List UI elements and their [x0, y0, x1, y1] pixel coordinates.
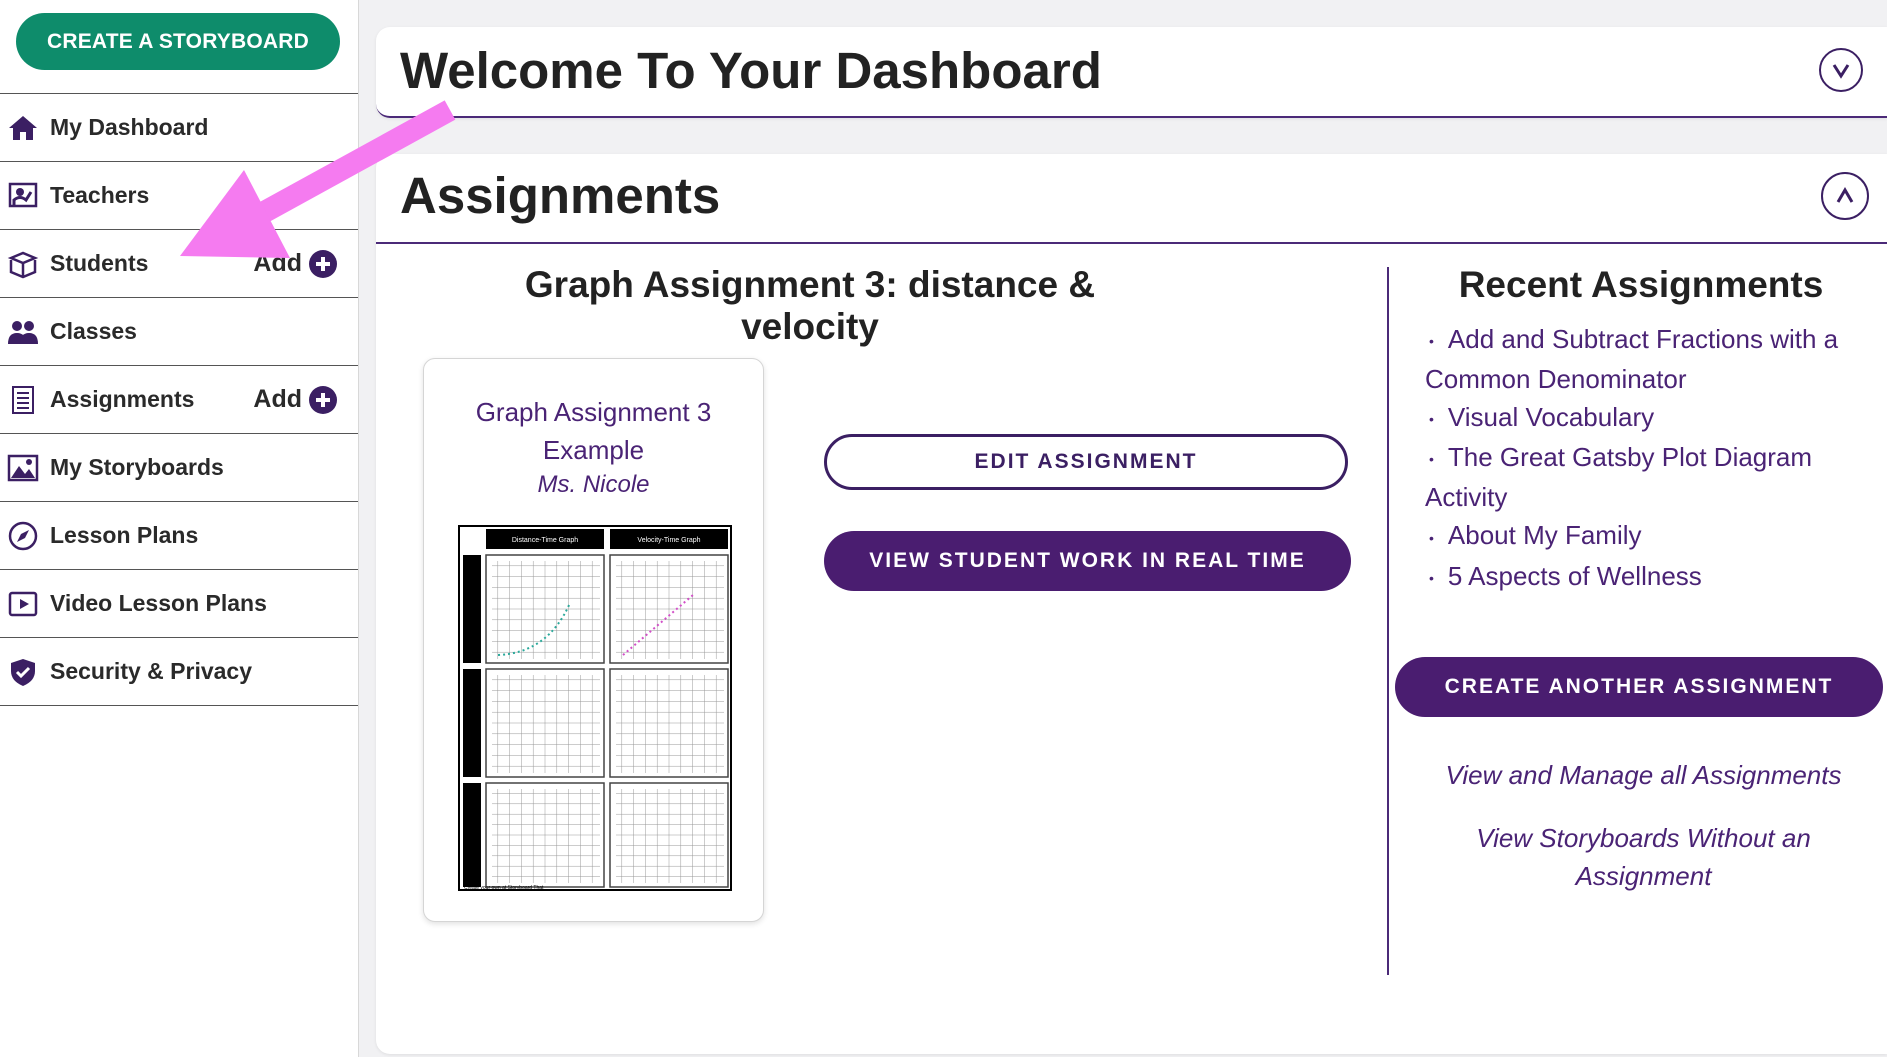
add-assignment-button[interactable]: Add [253, 385, 338, 415]
sidebar-item-label: Students [50, 250, 149, 276]
sidebar-item-label: Assignments [50, 386, 195, 412]
card-author: Ms. Nicole [537, 471, 650, 498]
sidebar-item-my-dashboard[interactable]: My Dashboard [0, 94, 358, 162]
column-divider [1387, 267, 1389, 975]
sidebar-item-my-storyboards[interactable]: My Storyboards [0, 434, 358, 502]
bullet-icon: • [1429, 529, 1434, 546]
bullet-icon: • [1429, 411, 1434, 428]
create-storyboard-button[interactable]: CREATE A STORYBOARD [16, 13, 340, 70]
recent-assignment-link[interactable]: • About My Family [1425, 516, 1875, 556]
storyboards-without-assignment-link[interactable]: View Storyboards Without an Assignment [1406, 819, 1881, 895]
recent-assignment-link[interactable]: • 5 Aspects of Wellness [1425, 557, 1875, 597]
current-assignment-title: Graph Assignment 3: distance & velocity [524, 264, 1096, 347]
expand-welcome-button[interactable] [1819, 48, 1863, 92]
plus-circle-icon [308, 385, 338, 415]
assignments-header: Assignments [376, 154, 1887, 244]
sidebar-nav: My Dashboard Teachers Students Add Class… [0, 93, 358, 706]
recent-assignment-link[interactable]: • The Great Gatsby Plot Diagram Activity [1425, 438, 1875, 516]
thumb-footer: Create your own at Storyboard That [464, 885, 544, 891]
recent-assignment-link[interactable]: • Add and Subtract Fractions with a Commo… [1425, 320, 1875, 398]
sidebar-item-teachers[interactable]: Teachers [0, 162, 358, 230]
sidebar-item-video-lesson-plans[interactable]: Video Lesson Plans [0, 570, 358, 638]
assignments-panel: Assignments Graph Assignment 3: distance… [376, 154, 1887, 1054]
recent-assignments-heading: Recent Assignments [1458, 264, 1824, 305]
video-play-icon [6, 587, 40, 621]
storyboard-thumbnail: Distance-Time Graph Velocity-Time Graph … [458, 525, 732, 891]
image-icon [6, 451, 40, 485]
chevron-up-icon [1836, 187, 1854, 203]
add-student-button[interactable]: Add [253, 249, 338, 279]
sidebar-item-label: Classes [50, 318, 137, 344]
sidebar-item-label: My Dashboard [50, 114, 209, 140]
group-icon [6, 315, 40, 349]
sidebar-item-label: Video Lesson Plans [50, 590, 267, 616]
welcome-panel: Welcome To Your Dashboard [376, 27, 1887, 118]
view-student-work-button[interactable]: VIEW STUDENT WORK IN REAL TIME [824, 531, 1351, 591]
assignment-example-card[interactable]: Graph Assignment 3 Example Ms. Nicole Di… [423, 358, 764, 922]
sidebar-item-label: Security & Privacy [50, 658, 253, 684]
sidebar: CREATE A STORYBOARD My Dashboard Teacher… [0, 0, 359, 1057]
compass-icon [6, 519, 40, 553]
card-title: Graph Assignment 3 Example [475, 397, 712, 465]
thumb-col2-label: Velocity-Time Graph [637, 537, 700, 544]
recent-assignments-list: • Add and Subtract Fractions with a Commo… [1425, 320, 1875, 597]
sidebar-item-label: Lesson Plans [50, 522, 199, 548]
chevron-down-icon [1832, 64, 1850, 79]
add-label: Add [253, 249, 302, 277]
shield-icon [6, 655, 40, 689]
add-label: Add [253, 385, 302, 413]
sidebar-item-label: Teachers [50, 182, 150, 208]
sidebar-item-assignments[interactable]: Assignments Add [0, 366, 358, 434]
bullet-icon: • [1429, 333, 1434, 350]
sidebar-item-label: My Storyboards [50, 454, 224, 480]
recent-assignment-link[interactable]: • Visual Vocabulary [1425, 398, 1875, 438]
collapse-assignments-button[interactable] [1821, 172, 1869, 220]
plus-circle-icon [308, 249, 338, 279]
home-icon [6, 111, 40, 145]
sidebar-item-lesson-plans[interactable]: Lesson Plans [0, 502, 358, 570]
document-list-icon [6, 383, 40, 417]
teacher-icon [6, 179, 40, 213]
bullet-icon: • [1429, 451, 1434, 468]
bullet-icon: • [1429, 569, 1434, 586]
edit-assignment-button[interactable]: EDIT ASSIGNMENT [824, 434, 1348, 490]
sidebar-item-classes[interactable]: Classes [0, 298, 358, 366]
create-another-assignment-button[interactable]: CREATE ANOTHER ASSIGNMENT [1395, 657, 1883, 717]
assignments-title: Assignments [400, 167, 721, 224]
sidebar-item-security-privacy[interactable]: Security & Privacy [0, 638, 358, 706]
welcome-title: Welcome To Your Dashboard [400, 42, 1102, 99]
manage-assignments-link[interactable]: View and Manage all Assignments [1406, 756, 1881, 794]
sidebar-item-students[interactable]: Students Add [0, 230, 358, 298]
thumb-col1-label: Distance-Time Graph [512, 537, 578, 544]
student-icon [6, 247, 40, 281]
